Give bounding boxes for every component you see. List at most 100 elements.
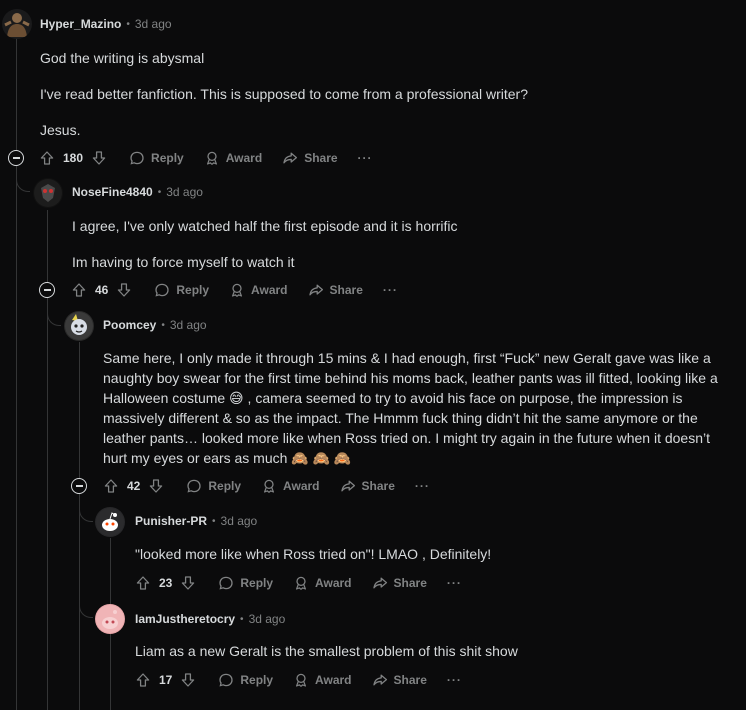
vote-score: 46 xyxy=(95,283,109,297)
comment-time[interactable]: 3d ago xyxy=(221,514,258,528)
comment-author[interactable]: Poomcey xyxy=(103,318,156,332)
vote-control: 46 xyxy=(71,282,132,298)
reply-label: Reply xyxy=(151,151,184,165)
downvote-icon[interactable] xyxy=(91,150,107,166)
thread-line[interactable] xyxy=(16,38,17,710)
reply-button[interactable]: Reply xyxy=(218,575,273,591)
share-label: Share xyxy=(393,673,427,687)
award-label: Award xyxy=(315,576,352,590)
reply-button[interactable]: Reply xyxy=(129,150,184,166)
comment-time[interactable]: 3d ago xyxy=(166,185,203,199)
collapse-thread-button[interactable] xyxy=(39,282,55,298)
more-options-button[interactable]: ··· xyxy=(358,151,373,165)
award-label: Award xyxy=(315,673,352,687)
award-icon xyxy=(293,575,309,591)
more-options-button[interactable]: ··· xyxy=(383,283,398,297)
share-button[interactable]: Share xyxy=(308,282,363,298)
upvote-icon[interactable] xyxy=(103,478,119,494)
thread-elbow xyxy=(16,166,30,192)
downvote-icon[interactable] xyxy=(148,478,164,494)
avatar[interactable] xyxy=(64,311,94,341)
comment-paragraph: Jesus. xyxy=(40,122,81,138)
collapse-thread-button[interactable] xyxy=(8,150,24,166)
upvote-icon[interactable] xyxy=(135,575,151,591)
downvote-icon[interactable] xyxy=(180,672,196,688)
share-button[interactable]: Share xyxy=(340,478,395,494)
reply-label: Reply xyxy=(176,283,210,297)
share-label: Share xyxy=(361,479,395,493)
upvote-icon[interactable] xyxy=(135,672,151,688)
award-label: Award xyxy=(225,151,263,165)
comment-author[interactable]: IamJustheretocry xyxy=(135,612,235,626)
vote-score: 42 xyxy=(127,479,141,493)
separator-dot: • xyxy=(240,613,244,625)
comment-time[interactable]: 3d ago xyxy=(249,612,286,626)
award-label: Award xyxy=(251,283,288,297)
upvote-icon[interactable] xyxy=(71,282,87,298)
comment-body: Same here, I only made it through 15 min… xyxy=(103,348,731,468)
reply-button[interactable]: Reply xyxy=(154,282,209,298)
share-icon xyxy=(308,282,324,298)
comment-bubble-icon xyxy=(218,672,234,688)
downvote-icon[interactable] xyxy=(180,575,196,591)
comment-actions: 180 Reply Award Share ··· xyxy=(39,146,393,170)
avatar[interactable] xyxy=(2,9,32,39)
comment-author[interactable]: NoseFine4840 xyxy=(72,185,153,199)
comment-paragraph: God the writing is abysmal xyxy=(40,50,205,66)
award-button[interactable]: Award xyxy=(229,282,288,298)
vote-control: 23 xyxy=(135,575,196,591)
vote-control: 180 xyxy=(39,150,107,166)
comment-author[interactable]: Hyper_Mazino xyxy=(40,17,121,31)
award-icon xyxy=(261,478,277,494)
share-button[interactable]: Share xyxy=(372,672,427,688)
award-icon xyxy=(293,672,309,688)
avatar[interactable] xyxy=(33,178,63,208)
share-label: Share xyxy=(393,576,427,590)
upvote-icon[interactable] xyxy=(39,150,55,166)
thread-line[interactable] xyxy=(79,342,80,710)
separator-dot: • xyxy=(157,186,162,198)
comment-bubble-icon xyxy=(218,575,234,591)
comment-body: Liam as a new Geralt is the smallest pro… xyxy=(135,641,731,661)
vote-score: 23 xyxy=(159,576,173,590)
comment-actions: 42 Reply Award Share ··· xyxy=(103,474,450,498)
reply-label: Reply xyxy=(240,673,274,687)
reply-label: Reply xyxy=(208,479,242,493)
award-label: Award xyxy=(283,479,320,493)
share-icon xyxy=(372,672,388,688)
comment-time[interactable]: 3d ago xyxy=(135,17,172,31)
award-button[interactable]: Award xyxy=(261,478,320,494)
vote-control: 17 xyxy=(135,672,196,688)
reply-label: Reply xyxy=(240,576,274,590)
comment-actions: 23 Reply Award Share ··· xyxy=(135,571,482,595)
avatar[interactable] xyxy=(95,604,125,634)
comment-time[interactable]: 3d ago xyxy=(170,318,207,332)
comment-body: "looked more like when Ross tried on"! L… xyxy=(135,544,731,564)
more-options-button[interactable]: ··· xyxy=(447,576,462,590)
separator-dot: • xyxy=(161,319,165,331)
comment-actions: 17 Reply Award Share ··· xyxy=(135,668,482,692)
collapse-thread-button[interactable] xyxy=(71,478,87,494)
vote-score: 17 xyxy=(159,673,173,687)
award-icon xyxy=(204,150,220,166)
comment-paragraph: I've read better fanfiction. This is sup… xyxy=(40,86,528,102)
downvote-icon[interactable] xyxy=(116,282,132,298)
more-options-button[interactable]: ··· xyxy=(415,479,430,493)
award-button[interactable]: Award xyxy=(293,672,352,688)
award-button[interactable]: Award xyxy=(293,575,352,591)
reply-button[interactable]: Reply xyxy=(218,672,273,688)
share-button[interactable]: Share xyxy=(372,575,427,591)
share-button[interactable]: Share xyxy=(282,150,338,166)
comment-author[interactable]: Punisher-PR xyxy=(135,514,207,528)
comment-bubble-icon xyxy=(154,282,170,298)
award-button[interactable]: Award xyxy=(204,150,262,166)
comment-bubble-icon xyxy=(129,150,145,166)
reply-button[interactable]: Reply xyxy=(186,478,241,494)
vote-control: 42 xyxy=(103,478,164,494)
award-icon xyxy=(229,282,245,298)
comment-body: I agree, I've only watched half the firs… xyxy=(72,216,732,272)
avatar[interactable] xyxy=(95,507,125,537)
share-label: Share xyxy=(329,283,363,297)
thread-elbow xyxy=(47,298,61,326)
more-options-button[interactable]: ··· xyxy=(447,673,462,687)
